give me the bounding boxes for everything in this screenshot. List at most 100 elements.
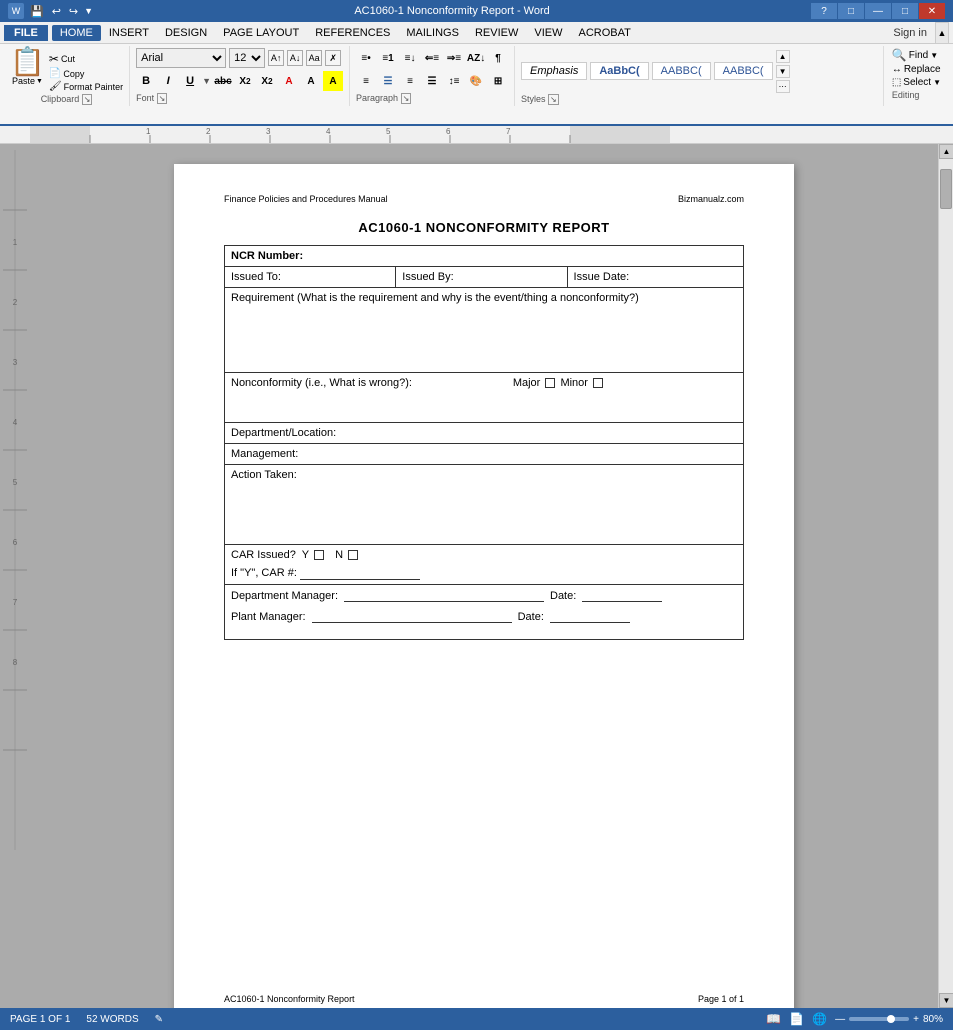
underline-dropdown[interactable]: ▼	[202, 76, 211, 86]
form-table: NCR Number: Issued To: Issued By: Issue …	[224, 245, 744, 640]
plant-manager-date-field[interactable]	[550, 610, 630, 623]
nonconformity-row: Nonconformity (i.e., What is wrong?): Ma…	[225, 373, 744, 423]
replace-button[interactable]: ↔ Replace	[892, 64, 941, 75]
bold-button[interactable]: B	[136, 71, 156, 91]
acrobat-menu[interactable]: ACROBAT	[570, 25, 638, 41]
dept-manager-field[interactable]	[344, 589, 544, 602]
right-scrollbar: ▲ ▼	[938, 144, 953, 1008]
mailings-menu[interactable]: MAILINGS	[398, 25, 467, 41]
home-menu[interactable]: HOME	[52, 25, 101, 41]
zoom-in-button[interactable]: +	[913, 1014, 919, 1025]
align-left-button[interactable]: ≡	[356, 71, 376, 91]
zoom-level[interactable]: 80%	[923, 1014, 943, 1025]
change-case-button[interactable]: Aa	[306, 50, 322, 66]
car-number-field[interactable]	[300, 567, 420, 580]
word-logo-icon: W	[8, 3, 24, 19]
sort-button[interactable]: AZ↓	[466, 48, 486, 68]
issued-to-cell: Issued To:	[225, 267, 396, 288]
main-area: 1 2 3 4 5 6 7 8 Finance Policies and Pro…	[0, 144, 953, 1008]
read-mode-button[interactable]: 📖	[766, 1012, 781, 1026]
multilevel-button[interactable]: ≡↓	[400, 48, 420, 68]
subscript-button[interactable]: X2	[235, 71, 255, 91]
clipboard-expand[interactable]: ↘	[82, 94, 93, 105]
close-button[interactable]: ✕	[919, 3, 945, 19]
line-spacing-button[interactable]: ↕≡	[444, 71, 464, 91]
action-taken-row: Action Taken:	[225, 465, 744, 545]
font-name-select[interactable]: Arial	[136, 48, 226, 68]
shading-button[interactable]: 🎨	[466, 71, 486, 91]
bullets-button[interactable]: ≡•	[356, 48, 376, 68]
status-bar: PAGE 1 OF 1 52 WORDS ✎ 📖 📄 🌐 — + 80%	[0, 1008, 953, 1030]
font-grow-button[interactable]: A↑	[268, 50, 284, 66]
ribbon-collapse-button[interactable]: ▲	[935, 22, 949, 44]
increase-indent-button[interactable]: ⇒≡	[444, 48, 464, 68]
page-layout-menu[interactable]: PAGE LAYOUT	[215, 25, 307, 41]
justify-button[interactable]: ☰	[422, 71, 442, 91]
header-right: Bizmanualz.com	[678, 194, 744, 204]
scrollbar-thumb[interactable]	[940, 169, 952, 209]
style-heading3[interactable]: AABBC(	[714, 62, 773, 80]
scrollbar-track[interactable]	[939, 159, 953, 993]
dept-manager-date-field[interactable]	[582, 589, 662, 602]
scroll-down-button[interactable]: ▼	[939, 993, 953, 1008]
superscript-button[interactable]: X2	[257, 71, 277, 91]
ribbon-toggle-button[interactable]: □	[838, 3, 864, 19]
font-expand[interactable]: ↘	[157, 93, 168, 104]
copy-button[interactable]: 📄Copy	[49, 68, 123, 79]
show-marks-button[interactable]: ¶	[488, 48, 508, 68]
maximize-button[interactable]: □	[892, 3, 918, 19]
action-taken-cell: Action Taken:	[225, 465, 744, 545]
italic-button[interactable]: I	[158, 71, 178, 91]
review-menu[interactable]: REVIEW	[467, 25, 526, 41]
styles-scroll[interactable]: ▲ ▼ ⋯	[776, 50, 790, 93]
style-heading2[interactable]: AABBC(	[652, 62, 711, 80]
design-menu[interactable]: DESIGN	[157, 25, 215, 41]
clear-format-button[interactable]: ✗	[325, 50, 341, 66]
style-emphasis[interactable]: Emphasis	[521, 62, 587, 80]
style-heading1[interactable]: AaBbC(	[590, 62, 648, 80]
plant-manager-field[interactable]	[312, 610, 512, 623]
strikethrough-button[interactable]: abc	[213, 71, 233, 91]
web-layout-button[interactable]: 🌐	[812, 1012, 827, 1026]
underline-button[interactable]: U	[180, 71, 200, 91]
view-menu[interactable]: VIEW	[526, 25, 570, 41]
highlight-button[interactable]: A	[301, 71, 321, 91]
quick-access-save[interactable]: 💾	[28, 5, 46, 18]
find-button[interactable]: 🔍 Find ▼	[892, 48, 941, 62]
cut-button[interactable]: ✂Cut	[49, 52, 123, 66]
zoom-slider[interactable]	[849, 1017, 909, 1021]
file-menu[interactable]: FILE	[4, 25, 48, 41]
font-color-button[interactable]: A	[323, 71, 343, 91]
font-shrink-button[interactable]: A↓	[287, 50, 303, 66]
car-n-checkbox[interactable]	[348, 550, 358, 560]
major-checkbox[interactable]	[545, 378, 555, 388]
track-changes-icon[interactable]: ✎	[155, 1014, 163, 1025]
align-center-button[interactable]: ☰	[378, 71, 398, 91]
references-menu[interactable]: REFERENCES	[307, 25, 398, 41]
insert-menu[interactable]: INSERT	[101, 25, 157, 41]
zoom-out-button[interactable]: —	[835, 1014, 845, 1025]
text-color-button[interactable]: A	[279, 71, 299, 91]
paragraph-expand[interactable]: ↘	[401, 93, 412, 104]
quick-access-undo[interactable]: ↩	[50, 5, 63, 18]
print-layout-button[interactable]: 📄	[789, 1012, 804, 1026]
paste-button[interactable]: 📋 Paste ▼	[10, 48, 45, 86]
quick-access-redo[interactable]: ↪	[67, 5, 80, 18]
format-painter-button[interactable]: 🖌Format Painter	[49, 81, 123, 92]
font-size-select[interactable]: 12	[229, 48, 265, 68]
numbering-button[interactable]: ≡1	[378, 48, 398, 68]
title-bar-controls: ? □ — □ ✕	[811, 3, 945, 19]
select-button[interactable]: ⬚ Select ▼	[892, 77, 941, 88]
sign-in-link[interactable]: Sign in	[885, 25, 935, 41]
help-button[interactable]: ?	[811, 3, 837, 19]
decrease-indent-button[interactable]: ⇐≡	[422, 48, 442, 68]
minimize-button[interactable]: —	[865, 3, 891, 19]
scroll-up-button[interactable]: ▲	[939, 144, 953, 159]
signature-cell: Department Manager: Date: Plant Manager:	[225, 585, 744, 640]
align-right-button[interactable]: ≡	[400, 71, 420, 91]
quick-access-more[interactable]: ▼	[84, 6, 93, 16]
minor-checkbox[interactable]	[593, 378, 603, 388]
car-y-checkbox[interactable]	[314, 550, 324, 560]
borders-button[interactable]: ⊞	[488, 71, 508, 91]
styles-expand[interactable]: ↘	[548, 94, 559, 105]
